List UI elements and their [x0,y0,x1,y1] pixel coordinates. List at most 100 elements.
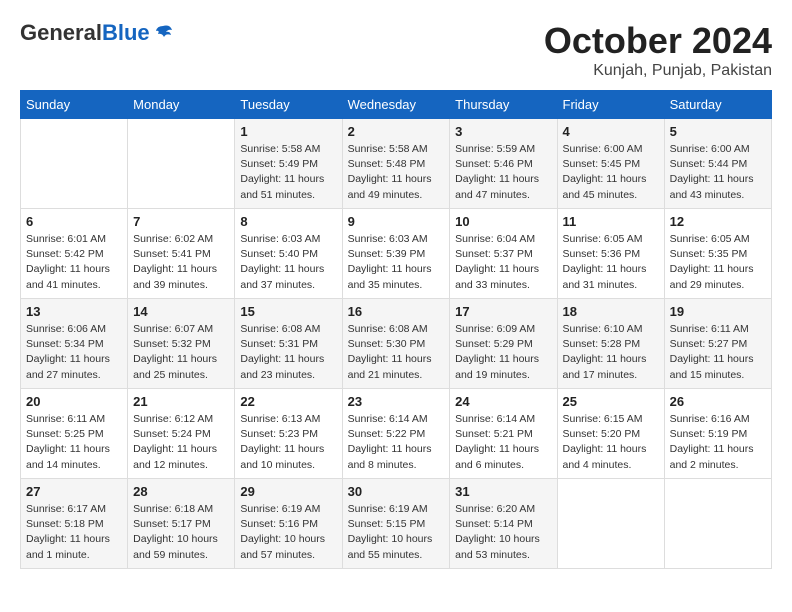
calendar-week-row: 13 Sunrise: 6:06 AMSunset: 5:34 PMDayligh… [21,299,772,389]
calendar-cell: 30 Sunrise: 6:19 AMSunset: 5:15 PMDayligh… [342,479,450,569]
day-number: 2 [348,124,445,139]
calendar-cell: 9 Sunrise: 6:03 AMSunset: 5:39 PMDaylight… [342,209,450,299]
calendar-week-row: 1 Sunrise: 5:58 AMSunset: 5:49 PMDaylight… [21,119,772,209]
calendar-cell [128,119,235,209]
calendar-cell: 17Sunrise: 6:09 AMSunset: 5:29 PMDayligh… [450,299,557,389]
day-info: Sunrise: 6:08 AMSunset: 5:31 PMDaylight:… [240,322,336,383]
day-info: Sunrise: 6:11 AMSunset: 5:27 PMDaylight:… [670,322,766,383]
column-header-friday: Friday [557,91,664,119]
calendar-cell: 6 Sunrise: 6:01 AMSunset: 5:42 PMDaylight… [21,209,128,299]
day-info: Sunrise: 6:14 AMSunset: 5:21 PMDaylight:… [455,412,551,473]
day-number: 14 [133,304,229,319]
calendar-cell: 3 Sunrise: 5:59 AMSunset: 5:46 PMDaylight… [450,119,557,209]
calendar-cell: 12 Sunrise: 6:05 AMSunset: 5:35 PMDayligh… [664,209,771,299]
day-number: 13 [26,304,122,319]
calendar-cell: 2 Sunrise: 5:58 AMSunset: 5:48 PMDaylight… [342,119,450,209]
calendar-cell: 15 Sunrise: 6:08 AMSunset: 5:31 PMDayligh… [235,299,342,389]
day-info: Sunrise: 6:05 AMSunset: 5:36 PMDaylight:… [563,232,659,293]
day-info: Sunrise: 6:06 AMSunset: 5:34 PMDaylight:… [26,322,122,383]
day-info: Sunrise: 6:19 AMSunset: 5:16 PMDaylight:… [240,502,336,563]
day-number: 3 [455,124,551,139]
calendar-cell: 29 Sunrise: 6:19 AMSunset: 5:16 PMDayligh… [235,479,342,569]
calendar-cell [557,479,664,569]
day-info: Sunrise: 6:19 AMSunset: 5:15 PMDaylight:… [348,502,445,563]
day-info: Sunrise: 6:13 AMSunset: 5:23 PMDaylight:… [240,412,336,473]
day-info: Sunrise: 5:58 AMSunset: 5:49 PMDaylight:… [240,142,336,203]
logo-general-text: GeneralBlue [20,20,150,46]
day-number: 5 [670,124,766,139]
logo-bird-icon [152,22,174,44]
day-number: 7 [133,214,229,229]
column-header-saturday: Saturday [664,91,771,119]
calendar-cell: 20 Sunrise: 6:11 AMSunset: 5:25 PMDayligh… [21,389,128,479]
day-number: 19 [670,304,766,319]
day-info: Sunrise: 6:08 AMSunset: 5:30 PMDaylight:… [348,322,445,383]
day-number: 30 [348,484,445,499]
day-info: Sunrise: 6:17 AMSunset: 5:18 PMDaylight:… [26,502,122,563]
calendar-cell: 1 Sunrise: 5:58 AMSunset: 5:49 PMDaylight… [235,119,342,209]
calendar-cell: 21 Sunrise: 6:12 AMSunset: 5:24 PMDayligh… [128,389,235,479]
day-number: 1 [240,124,336,139]
day-info: Sunrise: 6:12 AMSunset: 5:24 PMDaylight:… [133,412,229,473]
day-info: Sunrise: 6:10 AMSunset: 5:28 PMDaylight:… [563,322,659,383]
calendar-week-row: 20 Sunrise: 6:11 AMSunset: 5:25 PMDayligh… [21,389,772,479]
calendar-cell: 5 Sunrise: 6:00 AMSunset: 5:44 PMDaylight… [664,119,771,209]
calendar-cell [21,119,128,209]
day-number: 10 [455,214,551,229]
month-title: October 2024 [544,20,772,62]
day-info: Sunrise: 6:20 AMSunset: 5:14 PMDaylight:… [455,502,551,563]
day-number: 15 [240,304,336,319]
calendar-cell: 14Sunrise: 6:07 AMSunset: 5:32 PMDayligh… [128,299,235,389]
calendar-cell: 13 Sunrise: 6:06 AMSunset: 5:34 PMDayligh… [21,299,128,389]
calendar-cell: 28Sunrise: 6:18 AMSunset: 5:17 PMDayligh… [128,479,235,569]
day-number: 8 [240,214,336,229]
calendar-cell: 8 Sunrise: 6:03 AMSunset: 5:40 PMDaylight… [235,209,342,299]
day-info: Sunrise: 5:58 AMSunset: 5:48 PMDaylight:… [348,142,445,203]
column-header-monday: Monday [128,91,235,119]
day-number: 20 [26,394,122,409]
day-info: Sunrise: 6:02 AMSunset: 5:41 PMDaylight:… [133,232,229,293]
day-number: 11 [563,214,659,229]
day-number: 22 [240,394,336,409]
day-info: Sunrise: 6:03 AMSunset: 5:40 PMDaylight:… [240,232,336,293]
day-number: 16 [348,304,445,319]
calendar-cell: 18Sunrise: 6:10 AMSunset: 5:28 PMDayligh… [557,299,664,389]
calendar-header-row: SundayMondayTuesdayWednesdayThursdayFrid… [21,91,772,119]
day-info: Sunrise: 6:16 AMSunset: 5:19 PMDaylight:… [670,412,766,473]
day-number: 23 [348,394,445,409]
day-info: Sunrise: 6:11 AMSunset: 5:25 PMDaylight:… [26,412,122,473]
day-info: Sunrise: 6:18 AMSunset: 5:17 PMDaylight:… [133,502,229,563]
calendar-cell: 27 Sunrise: 6:17 AMSunset: 5:18 PMDayligh… [21,479,128,569]
calendar-cell: 25Sunrise: 6:15 AMSunset: 5:20 PMDayligh… [557,389,664,479]
day-info: Sunrise: 5:59 AMSunset: 5:46 PMDaylight:… [455,142,551,203]
calendar-cell [664,479,771,569]
day-info: Sunrise: 6:15 AMSunset: 5:20 PMDaylight:… [563,412,659,473]
calendar-cell: 31 Sunrise: 6:20 AMSunset: 5:14 PMDayligh… [450,479,557,569]
day-number: 31 [455,484,551,499]
calendar-cell: 22 Sunrise: 6:13 AMSunset: 5:23 PMDayligh… [235,389,342,479]
day-number: 26 [670,394,766,409]
day-number: 17 [455,304,551,319]
calendar-cell: 26 Sunrise: 6:16 AMSunset: 5:19 PMDayligh… [664,389,771,479]
calendar-cell: 23Sunrise: 6:14 AMSunset: 5:22 PMDayligh… [342,389,450,479]
day-number: 12 [670,214,766,229]
day-info: Sunrise: 6:05 AMSunset: 5:35 PMDaylight:… [670,232,766,293]
day-number: 9 [348,214,445,229]
day-info: Sunrise: 6:03 AMSunset: 5:39 PMDaylight:… [348,232,445,293]
title-section: October 2024 Kunjah, Punjab, Pakistan [544,20,772,80]
day-info: Sunrise: 6:01 AMSunset: 5:42 PMDaylight:… [26,232,122,293]
day-number: 6 [26,214,122,229]
day-number: 4 [563,124,659,139]
calendar-week-row: 27 Sunrise: 6:17 AMSunset: 5:18 PMDayligh… [21,479,772,569]
day-number: 29 [240,484,336,499]
column-header-sunday: Sunday [21,91,128,119]
page-header: GeneralBlue October 2024 Kunjah, Punjab,… [20,20,772,80]
column-header-thursday: Thursday [450,91,557,119]
day-info: Sunrise: 6:00 AMSunset: 5:44 PMDaylight:… [670,142,766,203]
calendar-cell: 24 Sunrise: 6:14 AMSunset: 5:21 PMDayligh… [450,389,557,479]
calendar-cell: 7 Sunrise: 6:02 AMSunset: 5:41 PMDaylight… [128,209,235,299]
day-number: 21 [133,394,229,409]
day-number: 24 [455,394,551,409]
day-number: 27 [26,484,122,499]
location: Kunjah, Punjab, Pakistan [544,62,772,80]
